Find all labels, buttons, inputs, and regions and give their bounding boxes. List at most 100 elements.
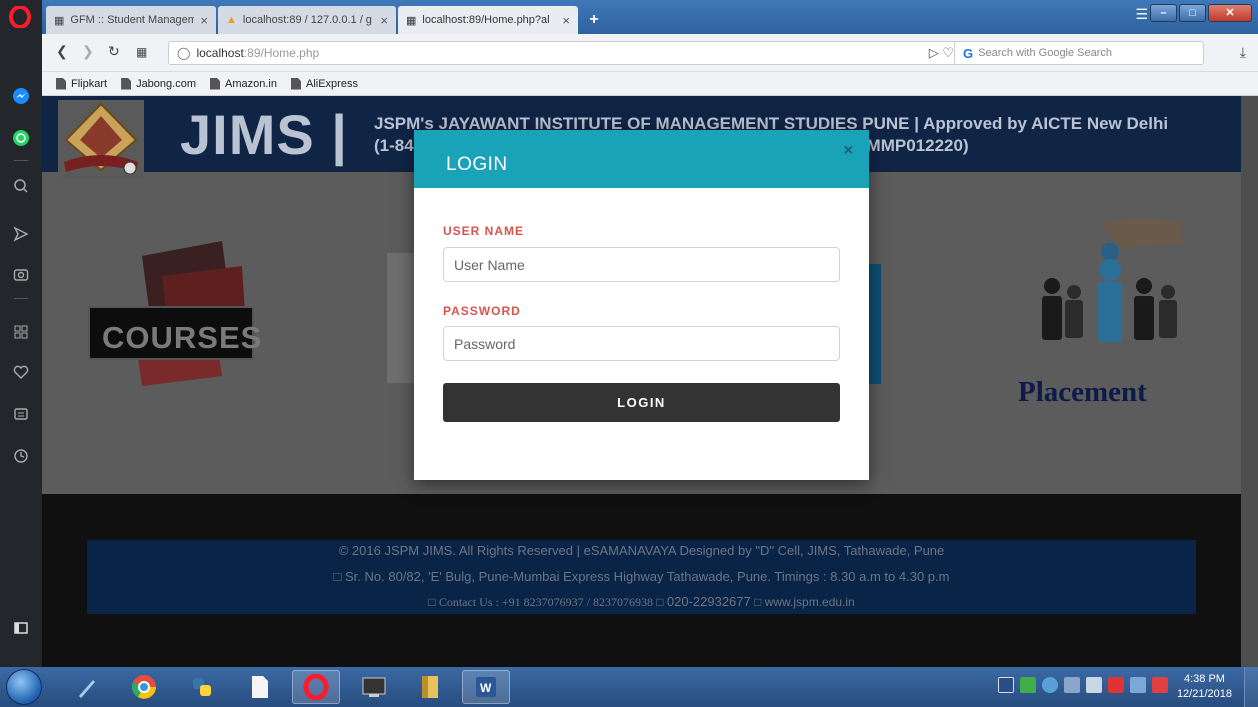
close-tab-icon[interactable]: × [562,13,570,28]
footer-contact: □ Contact Us : +91 8237076937 / 82370769… [42,594,1241,610]
file-icon[interactable] [236,670,284,704]
minimize-button[interactable]: – [1150,4,1177,22]
tray-action-center-icon[interactable] [1152,677,1168,693]
close-icon[interactable]: × [844,142,853,160]
clock-time: 4:38 PM [1183,673,1225,685]
footer-address: □ Sr. No. 80/82, 'E' Bulg, Pune-Mumbai E… [42,569,1241,584]
svg-text:W: W [480,681,492,695]
tab-gfm[interactable]: ▦ GFM :: Student Manageme × [46,6,216,34]
page-icon [210,77,220,90]
page-icon [290,77,301,90]
page-icon [121,77,132,90]
camera-icon[interactable] [11,264,31,284]
tray-display-icon[interactable] [1130,677,1146,693]
tab-menu-icon[interactable]: ☰ [1135,6,1148,23]
password-label: PASSWORD [443,304,521,318]
messenger-icon[interactable] [11,86,31,106]
tray-network-icon[interactable] [1042,677,1058,693]
page-icon: ▦ [406,14,417,27]
bookmark-jabong[interactable]: Jabong.com [121,77,196,90]
url-field[interactable]: ◯ localhost:89/Home.php ▷ ♡ [168,41,961,65]
tray-green-icon[interactable] [1020,677,1036,693]
tab-bar: ▦ GFM :: Student Manageme × ▲ localhost:… [42,0,1258,34]
footer-phone: 020-22932677 [666,594,751,609]
windows-taskbar: W 4:38 PM 12/21/2018 [0,667,1258,707]
bookmark-amazon[interactable]: Amazon.in [210,77,277,90]
start-button[interactable] [6,669,42,705]
sidebar-separator [14,160,28,161]
tab-title: GFM :: Student Manageme [70,14,195,26]
square-glyph-icon: □ [333,569,345,584]
speed-dial-icon[interactable]: ▦ [136,45,147,59]
browser-sidebar [0,0,42,667]
search-icon[interactable] [11,176,31,196]
password-input[interactable] [443,326,840,361]
courses-label: COURSES [102,320,263,355]
search-engine-field[interactable]: G Search with Google Search [954,41,1204,65]
bookmark-aliexpress[interactable]: AliExpress [290,77,358,90]
page-icon: ▦ [54,14,65,27]
back-icon[interactable]: ❮ [56,43,68,60]
folder-icon[interactable] [406,670,454,704]
history-icon[interactable] [11,446,31,466]
username-input[interactable] [443,247,840,282]
bookmark-heart-icon[interactable]: ▷ ♡ [929,45,954,61]
phpmyadmin-icon: ▲ [226,14,237,26]
footer-contact-text: Contact Us : +91 8237076937 / 8237076938 [438,595,653,609]
taskbar-clock[interactable]: 4:38 PM 12/21/2018 [1177,672,1232,702]
system-tray [998,677,1168,693]
python-icon[interactable] [178,670,226,704]
footer-copyright: © 2016 JSPM JIMS. All Rights Reserved | … [338,543,945,558]
institute-code-head: (1-84 [374,136,414,155]
bookmark-label: Jabong.com [136,77,196,90]
login-button[interactable]: LOGIN [443,383,840,422]
maximize-button[interactable]: □ [1179,4,1206,22]
show-desktop-button[interactable] [1244,667,1258,707]
center-tile-left[interactable] [387,253,417,383]
login-modal: LOGIN × USER NAME PASSWORD LOGIN [414,130,869,480]
page-scrollbar[interactable] [1241,96,1258,667]
reload-icon[interactable]: ↻ [108,43,120,60]
send-icon[interactable] [11,224,31,244]
globe-icon: ◯ [177,46,191,60]
close-tab-icon[interactable]: × [200,13,208,28]
tab-home-active[interactable]: ▦ localhost:89/Home.php?al × [398,6,578,34]
chrome-icon[interactable] [120,670,168,704]
taskbar-app-pen-icon[interactable] [62,670,110,704]
sidebar-toggle-icon[interactable] [11,618,31,638]
address-bar: ❮ ❯ ↻ ▦ ◯ localhost:89/Home.php ▷ ♡ G Se… [42,34,1258,72]
bookmark-label: Amazon.in [225,77,277,90]
window-controls: – □ ✕ [1150,4,1252,22]
url-path: :89/Home.php [243,46,320,60]
forward-icon[interactable]: ❯ [82,43,94,60]
close-tab-icon[interactable]: × [380,13,388,28]
tray-b-icon[interactable] [998,677,1014,693]
terminal-icon[interactable] [350,670,398,704]
whatsapp-icon[interactable] [11,128,31,148]
opera-logo-icon[interactable] [9,6,31,28]
news-icon[interactable] [11,404,31,424]
square-glyph-icon: □ [754,595,765,609]
tab-phpmyadmin[interactable]: ▲ localhost:89 / 127.0.0.1 / g × [218,6,396,34]
square-glyph-icon: □ [428,595,436,609]
footer-website-link[interactable]: www.jspm.edu.in [765,595,855,609]
heart-icon[interactable] [11,362,31,382]
center-tile-right[interactable] [868,264,881,384]
new-tab-button[interactable]: + [585,12,603,28]
bookmark-flipkart[interactable]: Flipkart [56,77,108,90]
close-window-button[interactable]: ✕ [1208,4,1252,22]
word-icon[interactable]: W [462,670,510,704]
bookmark-label: AliExpress [305,77,358,90]
tab-title: localhost:89/Home.php?al [422,14,550,26]
jspm-logo-icon[interactable] [58,100,144,178]
volume-icon[interactable] [1086,677,1102,693]
placement-label[interactable]: Placement [1018,376,1147,409]
tray-flag-icon[interactable] [1064,677,1080,693]
opera-taskbar-icon[interactable] [292,670,340,704]
bookmark-label: Flipkart [71,77,108,90]
tray-antivirus-icon[interactable] [1108,677,1124,693]
sidebar-separator [14,298,28,299]
speed-dial-icon[interactable] [11,322,31,342]
download-icon[interactable]: ⤓ [1240,44,1246,61]
search-placeholder: Search with Google Search [978,47,1113,59]
